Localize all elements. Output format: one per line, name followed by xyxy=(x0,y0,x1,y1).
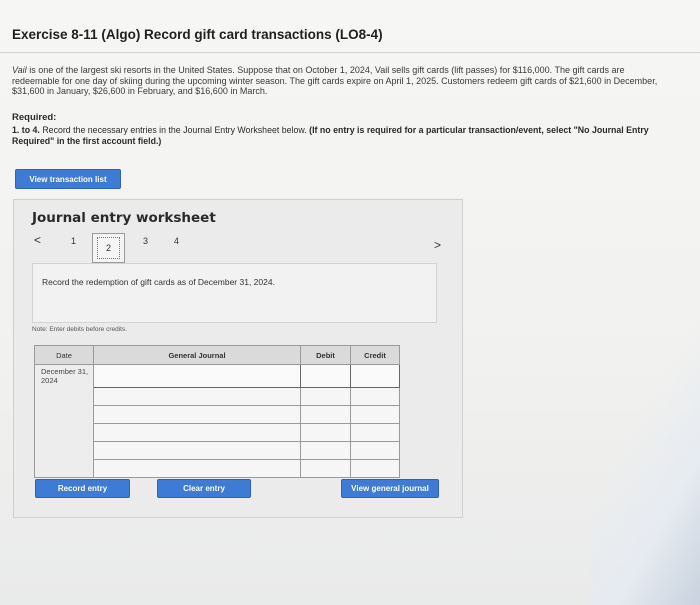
debit-input[interactable] xyxy=(300,441,351,460)
journal-table: Date General Journal Debit Credit Decemb… xyxy=(34,345,400,478)
account-input[interactable] xyxy=(93,441,301,460)
debit-input[interactable] xyxy=(300,423,351,442)
problem-intro: Vail is one of the largest ski resorts i… xyxy=(12,65,662,97)
debit-input[interactable] xyxy=(300,364,351,388)
table-row: December 31, 2024 xyxy=(34,364,400,478)
divider xyxy=(0,52,700,53)
debit-header: Debit xyxy=(300,345,351,365)
credit-input[interactable] xyxy=(350,459,400,478)
account-input[interactable] xyxy=(93,364,301,388)
account-input[interactable] xyxy=(93,387,301,406)
account-header: General Journal xyxy=(93,345,301,365)
view-transaction-list-button[interactable]: View transaction list xyxy=(15,169,121,189)
credit-input[interactable] xyxy=(350,405,400,424)
account-input[interactable] xyxy=(93,459,301,478)
required-body: Record the necessary entries in the Jour… xyxy=(39,125,310,135)
required-prefix: 1. to 4. xyxy=(12,125,40,135)
debit-input[interactable] xyxy=(300,459,351,478)
date-header: Date xyxy=(34,345,94,365)
required-text: 1. to 4. Record the necessary entries in… xyxy=(12,125,662,147)
page-tab-4[interactable]: 4 xyxy=(174,236,179,246)
note-text: Note: Enter debits before credits. xyxy=(32,326,128,333)
intro-text: is one of the largest ski resorts in the… xyxy=(12,65,658,96)
prev-page-button[interactable]: < xyxy=(34,233,41,247)
credit-input[interactable] xyxy=(350,423,400,442)
page-tab-2-label: 2 xyxy=(97,237,120,259)
account-input[interactable] xyxy=(93,405,301,424)
instruction-text: Record the redemption of gift cards as o… xyxy=(42,277,275,287)
instruction-box xyxy=(32,263,437,323)
next-page-button[interactable]: > xyxy=(434,238,441,252)
credit-input[interactable] xyxy=(350,364,400,388)
worksheet-title: Journal entry worksheet xyxy=(32,210,216,226)
credit-input[interactable] xyxy=(350,441,400,460)
account-input[interactable] xyxy=(93,423,301,442)
credit-header: Credit xyxy=(350,345,400,365)
debit-input[interactable] xyxy=(300,405,351,424)
clear-entry-button[interactable]: Clear entry xyxy=(157,479,251,498)
page-title: Exercise 8-11 (Algo) Record gift card tr… xyxy=(12,27,383,42)
date-cell: December 31, 2024 xyxy=(34,364,94,478)
record-entry-button[interactable]: Record entry xyxy=(35,479,130,498)
page-tab-1[interactable]: 1 xyxy=(71,236,76,246)
debit-input[interactable] xyxy=(300,387,351,406)
credit-input[interactable] xyxy=(350,387,400,406)
journal-header-row: Date General Journal Debit Credit xyxy=(34,345,400,365)
page-tab-2-current[interactable]: 2 xyxy=(92,233,125,263)
photo-glare xyxy=(590,305,700,605)
view-general-journal-button[interactable]: View general journal xyxy=(341,479,439,498)
page-tab-3[interactable]: 3 xyxy=(143,236,148,246)
company-name: Vail xyxy=(12,65,27,75)
required-heading: Required: xyxy=(12,112,57,123)
